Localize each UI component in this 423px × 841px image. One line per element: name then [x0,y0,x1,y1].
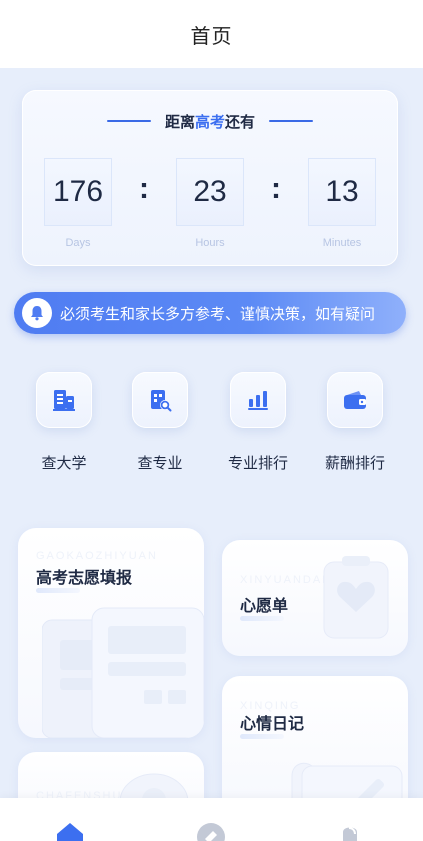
colon-separator: : [271,172,281,205]
card-title: 心愿单 [240,596,289,615]
minutes-label: Minutes [322,237,362,249]
card-ghost-text: GAOKAOZHIYUAN [36,550,158,562]
notice-marquee[interactable]: 必须考生和家长多方参考、谨慎决策，如有疑问 [14,292,406,334]
document-illustration-icon [42,607,204,738]
gaokao-countdown-card: 距离高考还有 176 : 23 : 13 Days Hours Minutes [22,90,398,266]
countdown-title: 距离高考还有 [165,111,255,132]
quick-link-major[interactable]: 查专业 [118,372,202,482]
quick-link-label: 专业排行 [227,454,288,472]
card-title: 高考志愿填报 [36,568,133,587]
quick-link-salary-ranking[interactable]: 薪酬排行 [313,372,397,482]
card-title: 心情日记 [240,714,305,733]
title-prefix: 距离 [164,112,195,131]
wallet-icon [327,372,383,428]
mood-diary-card[interactable]: XINQING 心情日记 [222,676,408,816]
card-title-underline [240,616,284,621]
home-icon [57,823,83,841]
compass-icon [197,823,225,841]
wishlist-card[interactable]: XINYUANDAN 心愿单 [222,540,408,656]
title-suffix: 还有 [225,112,256,131]
user-icon [343,827,357,841]
notice-text: 必须考生和家长多方参考、谨慎决策，如有疑问 [60,305,376,323]
quick-link-label: 薪酬排行 [324,454,385,472]
days-value: 176 [44,158,112,226]
minutes-value: 13 [308,158,376,226]
card-title-underline [240,734,284,739]
hours-label: Hours [195,237,225,249]
tab-discover[interactable] [181,798,241,841]
quick-link-label: 查专业 [137,454,183,472]
heading-left-line [106,120,151,122]
quick-link-major-ranking[interactable]: 专业排行 [216,372,300,482]
card-ghost-text: XINYUANDAN [240,574,333,586]
colon-separator: : [139,172,149,205]
hours-value: 23 [176,158,244,226]
tab-home[interactable] [40,798,100,841]
tab-profile[interactable] [320,798,380,841]
major-search-icon [132,372,188,428]
heart-clipboard-icon [323,556,389,639]
title-highlight: 高考 [194,112,225,131]
bottom-tab-bar [0,798,423,841]
page-title: 首页 [190,23,233,48]
volunteer-application-card[interactable]: GAOKAOZHIYUAN 高考志愿填报 [18,528,204,738]
bell-icon [22,298,52,328]
university-icon [36,372,92,428]
countdown-heading: 距离高考还有 [22,110,398,132]
quick-link-label: 查大学 [41,454,87,472]
days-label: Days [65,237,91,249]
bar-chart-icon [230,372,286,428]
quick-link-university[interactable]: 查大学 [22,372,106,482]
top-nav-bar: 首页 [0,0,423,68]
card-title-underline [36,588,80,593]
heading-right-line [269,120,314,122]
